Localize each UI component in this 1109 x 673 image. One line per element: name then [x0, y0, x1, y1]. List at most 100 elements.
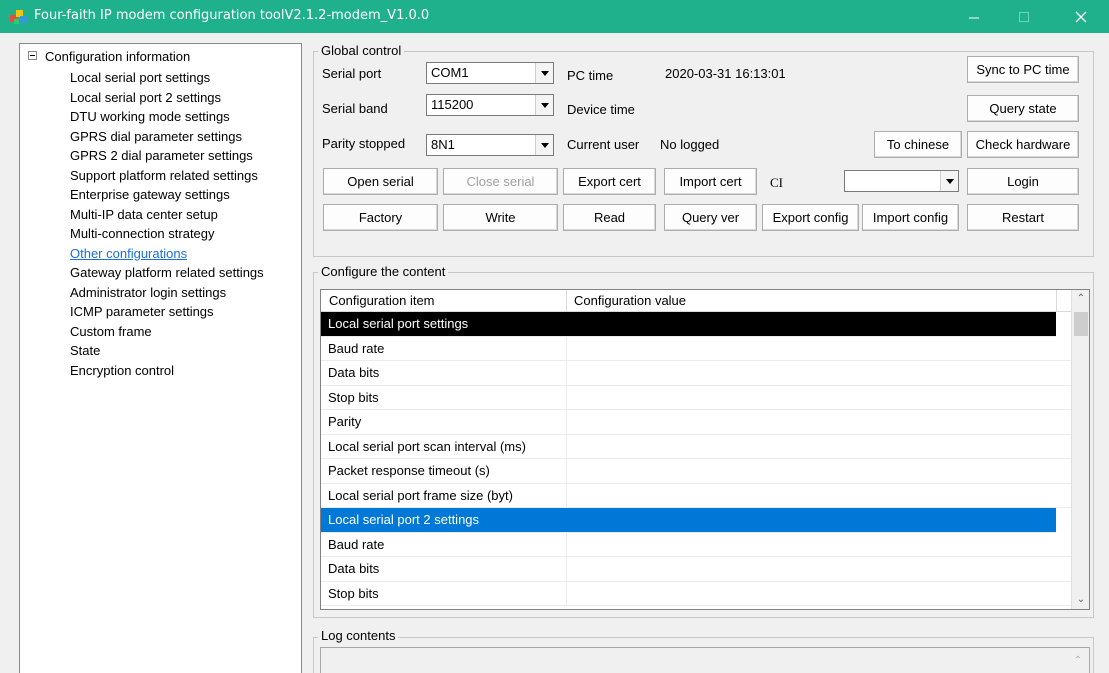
cell-divider: [566, 434, 567, 458]
ci-select[interactable]: [844, 170, 959, 192]
open-serial-button[interactable]: Open serial: [323, 168, 438, 195]
sync-to-pc-time-button[interactable]: Sync to PC time: [967, 56, 1079, 83]
table-row[interactable]: Data bits: [321, 557, 1073, 582]
restart-button[interactable]: Restart: [967, 204, 1079, 231]
config-table[interactable]: Configuration item Configuration value L…: [320, 289, 1090, 610]
tree-item[interactable]: Encryption control: [70, 361, 264, 381]
tree-root-label: Configuration information: [45, 49, 191, 64]
config-item-cell: Stop bits: [328, 389, 379, 405]
tree-item[interactable]: Custom frame: [70, 322, 264, 342]
chevron-down-icon[interactable]: [535, 63, 553, 83]
table-row[interactable]: Local serial port settings: [321, 312, 1056, 337]
parity-select[interactable]: 8N1: [426, 134, 554, 156]
table-scrollbar[interactable]: ⌃ ⌄: [1071, 290, 1089, 609]
scroll-up-icon[interactable]: ⌃: [1073, 656, 1083, 666]
tree-item[interactable]: Gateway platform related settings: [70, 263, 264, 283]
config-item-cell: Data bits: [328, 365, 380, 380]
tree-item[interactable]: Other configurations: [70, 244, 264, 264]
config-tree[interactable]: Configuration information Local serial p…: [19, 43, 302, 673]
tree-items: Local serial port settings Local serial p…: [70, 68, 264, 380]
tree-item[interactable]: Administrator login settings: [70, 283, 264, 303]
cell-divider: [566, 361, 567, 385]
tree-item[interactable]: Multi-IP data center setup: [70, 205, 264, 225]
config-item-cell: Baud rate: [328, 340, 385, 356]
current-user-label: Current user: [567, 137, 640, 152]
config-item-cell: Local serial port 2 settings: [328, 512, 480, 527]
tree-item[interactable]: Support platform related settings: [70, 166, 264, 186]
window-title: Four-faith IP modem configuration toolV2…: [34, 8, 430, 23]
cell-divider: [566, 410, 567, 434]
parity-value: 8N1: [431, 137, 455, 152]
table-row[interactable]: Local serial port frame size (byt): [321, 483, 1073, 508]
minimize-icon: [969, 17, 979, 18]
global-control-label: Global control: [318, 43, 405, 58]
to-chinese-button[interactable]: To chinese: [874, 131, 962, 158]
table-row[interactable]: Local serial port 2 settings: [321, 508, 1056, 533]
column-header-value[interactable]: Configuration value: [574, 293, 686, 308]
query-ver-button[interactable]: Query ver: [664, 204, 757, 231]
minimize-button[interactable]: [951, 0, 997, 33]
maximize-icon: [1019, 11, 1029, 22]
chevron-down-icon[interactable]: [535, 135, 553, 155]
serial-band-value: 115200: [431, 97, 474, 112]
cell-divider: [566, 459, 567, 483]
table-row[interactable]: Stop bits: [321, 385, 1073, 410]
scroll-down-icon[interactable]: ⌄: [1076, 595, 1086, 605]
column-header-item[interactable]: Configuration item: [329, 293, 435, 308]
table-row[interactable]: Baud rate: [321, 336, 1073, 361]
serial-band-select[interactable]: 115200: [426, 94, 554, 116]
tree-item[interactable]: DTU working mode settings: [70, 107, 264, 127]
device-time-label: Device time: [567, 102, 635, 117]
tree-item[interactable]: GPRS dial parameter settings: [70, 127, 264, 147]
tree-item[interactable]: ICMP parameter settings: [70, 302, 264, 322]
table-row[interactable]: Data bits: [321, 361, 1073, 386]
collapse-icon[interactable]: [28, 51, 37, 61]
maximize-button[interactable]: [1001, 0, 1047, 33]
cell-divider: [566, 581, 567, 605]
scroll-up-icon[interactable]: ⌃: [1076, 294, 1086, 304]
column-divider[interactable]: [566, 290, 567, 312]
table-row[interactable]: Baud rate: [321, 532, 1073, 557]
query-state-button[interactable]: Query state: [967, 95, 1079, 122]
column-divider[interactable]: [1056, 290, 1057, 312]
login-button[interactable]: Login: [967, 168, 1079, 195]
config-item-cell: Stop bits: [328, 585, 379, 601]
import-cert-button[interactable]: Import cert: [664, 168, 757, 195]
close-icon: [1075, 11, 1087, 22]
config-item-cell: Packet response timeout (s): [328, 463, 490, 478]
log-textarea[interactable]: ⌃: [320, 647, 1090, 673]
config-item-cell: Local serial port frame size (byt): [328, 487, 513, 503]
tree-item[interactable]: Local serial port 2 settings: [70, 88, 264, 108]
scroll-thumb[interactable]: [1074, 312, 1088, 336]
cell-divider: [566, 483, 567, 507]
write-button[interactable]: Write: [443, 204, 558, 231]
chevron-down-icon[interactable]: [535, 95, 553, 115]
title-bar: Four-faith IP modem configuration toolV2…: [0, 0, 1109, 33]
cell-divider: [566, 532, 567, 556]
log-contents-label: Log contents: [318, 628, 399, 643]
tree-item[interactable]: State: [70, 341, 264, 361]
check-hardware-button[interactable]: Check hardware: [967, 131, 1079, 158]
tree-item[interactable]: GPRS 2 dial parameter settings: [70, 146, 264, 166]
tree-root[interactable]: Configuration information: [28, 49, 190, 64]
cell-divider: [566, 385, 567, 409]
close-serial-button[interactable]: Close serial: [443, 168, 558, 195]
chevron-down-icon[interactable]: [940, 171, 958, 191]
read-button[interactable]: Read: [563, 204, 656, 231]
cell-divider: [566, 336, 567, 360]
config-item-cell: Baud rate: [328, 536, 385, 552]
table-row[interactable]: Stop bits: [321, 581, 1073, 606]
table-row[interactable]: Local serial port scan interval (ms): [321, 434, 1073, 459]
import-config-button[interactable]: Import config: [862, 204, 959, 231]
serial-port-select[interactable]: COM1: [426, 62, 554, 84]
tree-item[interactable]: Local serial port settings: [70, 68, 264, 88]
table-row[interactable]: Parity: [321, 410, 1073, 435]
export-cert-button[interactable]: Export cert: [563, 168, 656, 195]
tree-item[interactable]: Enterprise gateway settings: [70, 185, 264, 205]
config-item-cell: Local serial port settings: [328, 316, 469, 331]
table-row[interactable]: Packet response timeout (s): [321, 459, 1073, 484]
factory-button[interactable]: Factory: [323, 204, 438, 231]
close-button[interactable]: [1058, 0, 1104, 33]
export-config-button[interactable]: Export config: [762, 204, 859, 231]
tree-item[interactable]: Multi-connection strategy: [70, 224, 264, 244]
